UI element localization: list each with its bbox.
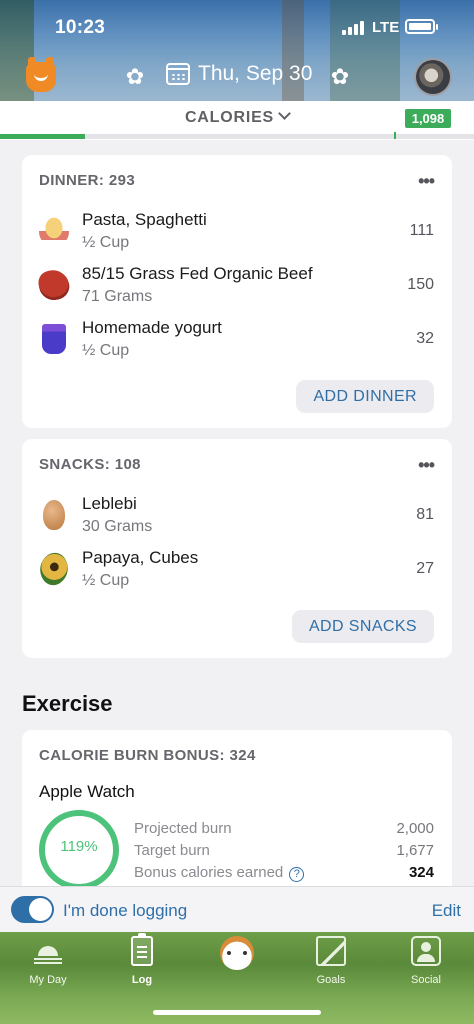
food-name: Leblebi xyxy=(82,494,137,513)
previous-day-paw-icon[interactable]: ✿ xyxy=(122,64,148,90)
burn-row-value: 324 xyxy=(408,864,434,881)
date-navigation: ✿ Thu, Sep 30 ✿ xyxy=(0,57,474,98)
food-calories: 32 xyxy=(416,330,434,347)
burn-row: Projected burn 2,000 xyxy=(134,820,434,842)
snacks-more-icon[interactable]: ••• xyxy=(418,455,435,476)
avatar[interactable] xyxy=(414,58,452,96)
burn-row: Target burn 1,677 xyxy=(134,842,434,864)
food-calories: 27 xyxy=(416,560,434,577)
pasta-icon xyxy=(39,216,69,246)
food-quantity: 30 Grams xyxy=(82,518,153,535)
tab-cat[interactable] xyxy=(199,936,275,992)
status-time: 10:23 xyxy=(55,17,106,38)
burn-progress-ring: 119% xyxy=(39,810,119,890)
next-day-paw-icon[interactable]: ✿ xyxy=(327,64,353,90)
exercise-section-title: Exercise xyxy=(22,691,113,716)
calories-remaining-badge: 1,098 xyxy=(405,109,451,128)
burn-row-label: Projected burn xyxy=(134,820,232,837)
food-name: Papaya, Cubes xyxy=(82,548,199,567)
burn-row: Bonus calories earned? 324 xyxy=(134,864,434,886)
food-name: 85/15 Grass Fed Organic Beef xyxy=(82,264,313,283)
tab-label: Log xyxy=(131,974,153,986)
log-icon xyxy=(131,933,153,966)
calorie-progress-bar xyxy=(0,132,474,139)
dinner-card: DINNER: 293 ••• Pasta, Spaghetti ½ Cup 1… xyxy=(22,155,452,428)
top-header: 10:23 LTE ✿ Thu, Sep 30 ✿ xyxy=(0,0,474,101)
status-bar: 10:23 LTE xyxy=(0,14,474,42)
burn-row-label: Bonus calories earned xyxy=(134,864,284,881)
food-name: Homemade yogurt xyxy=(82,318,222,337)
done-logging-toggle[interactable] xyxy=(11,896,54,923)
food-calories: 111 xyxy=(409,222,434,239)
food-quantity: ½ Cup xyxy=(82,234,130,251)
battery-icon xyxy=(405,19,438,34)
add-dinner-button[interactable]: ADD DINNER xyxy=(296,380,434,413)
burn-row-value: 2,000 xyxy=(396,820,434,837)
calorie-burn-heading: CALORIE BURN BONUS: 324 xyxy=(39,747,256,764)
snacks-heading: SNACKS: 108 xyxy=(39,456,141,473)
snacks-card: SNACKS: 108 ••• Leblebi 30 Grams 81 Papa… xyxy=(22,439,452,658)
help-icon[interactable]: ? xyxy=(289,867,305,882)
yogurt-icon xyxy=(42,324,66,354)
dinner-more-icon[interactable]: ••• xyxy=(418,171,435,192)
food-name: Pasta, Spaghetti xyxy=(82,210,207,229)
burn-percent: 119% xyxy=(60,838,98,855)
food-quantity: ½ Cup xyxy=(82,572,130,589)
sunrise-icon xyxy=(33,936,63,966)
calories-title: CALORIES xyxy=(184,109,275,126)
exercise-source: Apple Watch xyxy=(39,782,135,801)
papaya-icon xyxy=(33,548,75,590)
list-item[interactable]: 85/15 Grass Fed Organic Beef 71 Grams 15… xyxy=(22,262,452,312)
done-logging-bar: I'm done logging Edit xyxy=(0,886,474,932)
tab-my-day[interactable]: My Day xyxy=(10,936,86,992)
cat-icon xyxy=(220,936,254,970)
calendar-icon xyxy=(166,63,190,85)
calorie-progress-fill xyxy=(0,134,86,139)
list-item[interactable]: Leblebi 30 Grams 81 xyxy=(22,492,452,542)
calories-dropdown[interactable]: CALORIES xyxy=(0,107,474,127)
tab-label: Social xyxy=(411,974,441,986)
goals-icon xyxy=(316,936,346,966)
logo-icon[interactable] xyxy=(26,57,56,92)
beef-icon xyxy=(36,267,72,303)
tab-log[interactable]: Log xyxy=(104,933,180,992)
home-indicator xyxy=(153,1010,321,1015)
tab-label: My Day xyxy=(29,974,67,986)
add-snacks-button[interactable]: ADD SNACKS xyxy=(291,610,434,643)
calorie-goal-marker xyxy=(394,132,396,139)
food-calories: 150 xyxy=(407,276,434,293)
food-quantity: ½ Cup xyxy=(82,342,130,359)
burn-row-label: Target burn xyxy=(134,842,210,859)
social-icon xyxy=(411,936,441,966)
date-selector[interactable]: Thu, Sep 30 xyxy=(166,62,312,86)
network-label: LTE xyxy=(372,19,400,36)
tab-label: Goals xyxy=(316,974,346,986)
dinner-heading: DINNER: 293 xyxy=(39,172,136,189)
tab-goals[interactable]: Goals xyxy=(293,936,369,992)
food-calories: 81 xyxy=(416,506,434,523)
current-date: Thu, Sep 30 xyxy=(198,62,313,85)
list-item[interactable]: Papaya, Cubes ½ Cup 27 xyxy=(22,546,452,596)
signal-icon xyxy=(342,21,364,35)
list-item[interactable]: Homemade yogurt ½ Cup 32 xyxy=(22,316,452,366)
food-quantity: 71 Grams xyxy=(82,288,153,305)
done-logging-label[interactable]: I'm done logging xyxy=(63,901,187,921)
chevron-down-icon xyxy=(278,107,291,120)
burn-row-value: 1,677 xyxy=(396,842,434,859)
chickpea-icon xyxy=(43,500,65,530)
tab-social[interactable]: Social xyxy=(388,936,464,992)
list-item[interactable]: Pasta, Spaghetti ½ Cup 111 xyxy=(22,208,452,258)
edit-button[interactable]: Edit xyxy=(432,901,461,921)
